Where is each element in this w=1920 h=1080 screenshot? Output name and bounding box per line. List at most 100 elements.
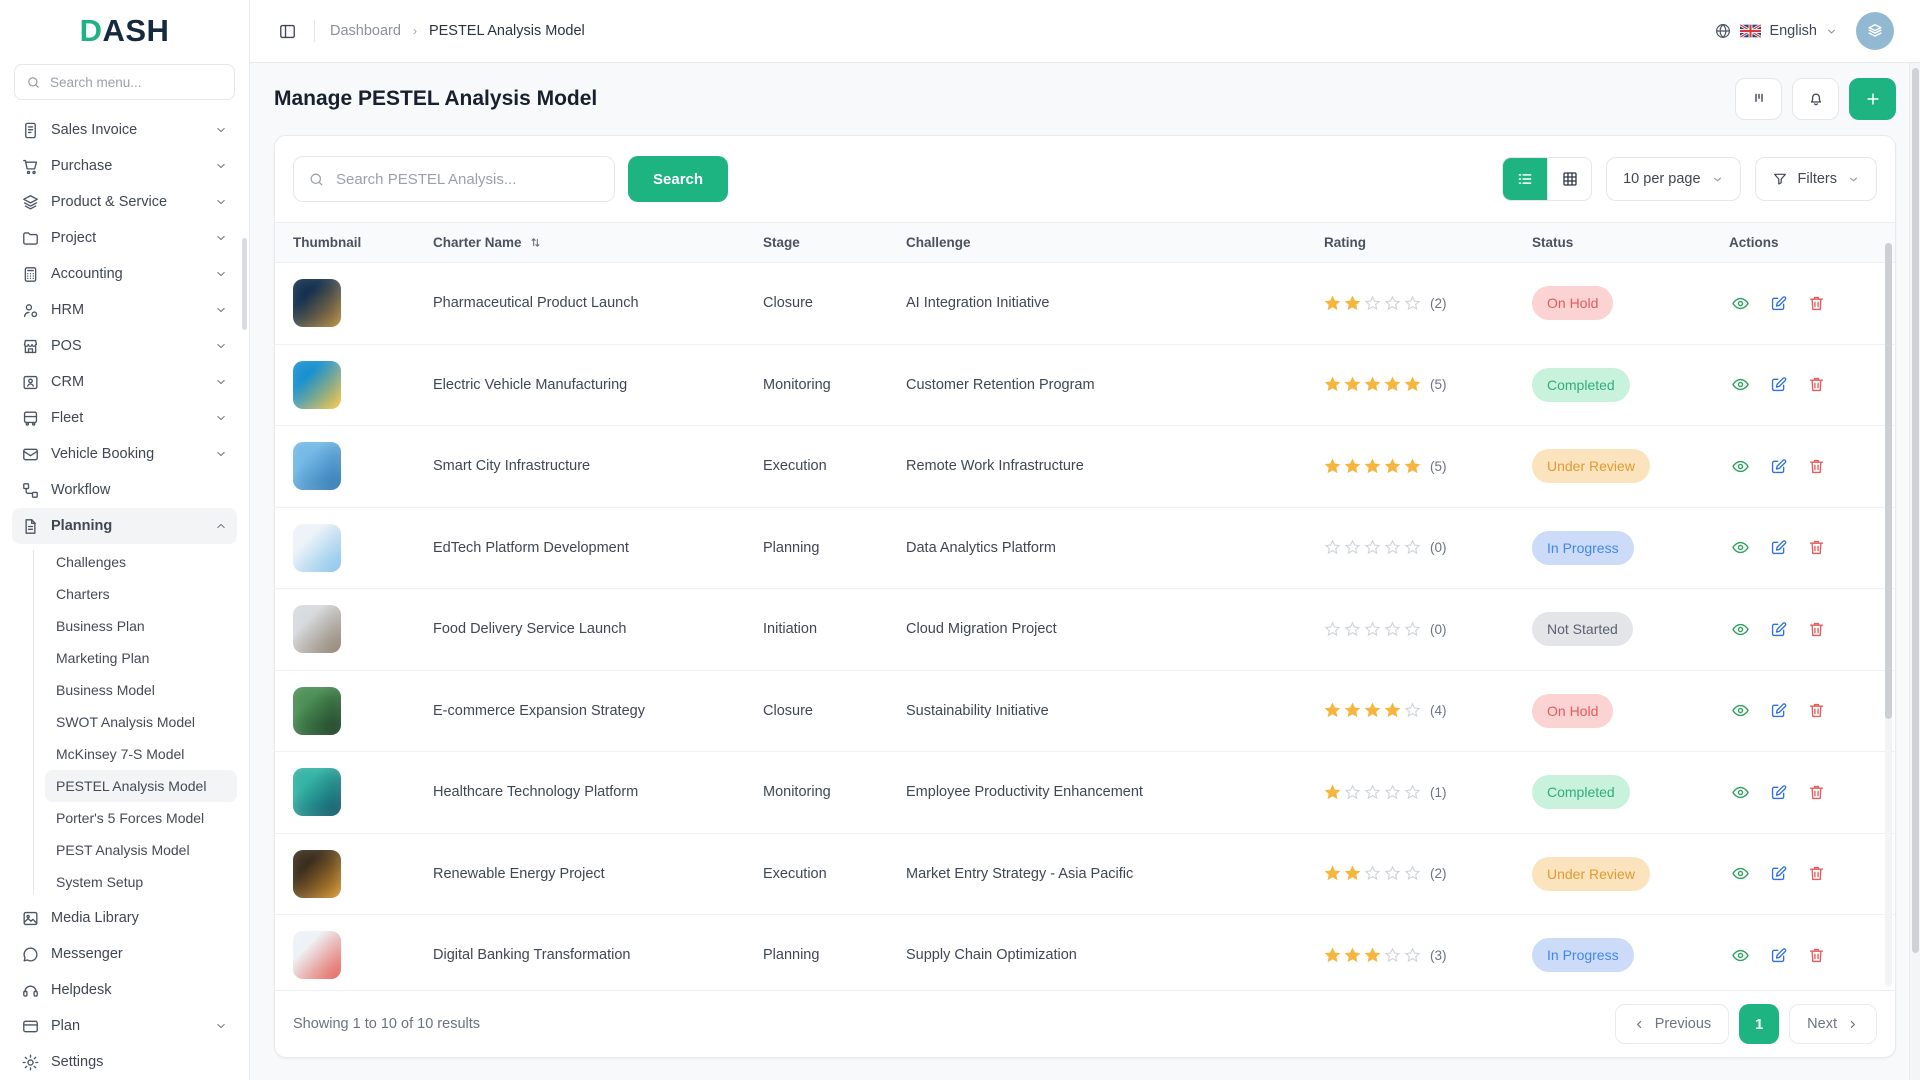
sidebar-item-sales-invoice[interactable]: Sales Invoice [12, 112, 237, 148]
view-button[interactable] [1729, 536, 1752, 559]
breadcrumb-dashboard[interactable]: Dashboard [330, 23, 401, 39]
delete-button[interactable] [1805, 455, 1828, 478]
edit-button[interactable] [1767, 373, 1790, 396]
brand-logo-accent: D [79, 13, 103, 48]
sidebar-subitem-mckinsey-7-s-model[interactable]: McKinsey 7-S Model [45, 738, 237, 770]
sidebar-item-plan[interactable]: Plan [12, 1008, 237, 1044]
charter-name-cell: Electric Vehicle Manufacturing [433, 376, 628, 393]
edit-button[interactable] [1767, 781, 1790, 804]
view-button[interactable] [1729, 699, 1752, 722]
app-root: DASH Sales Invoice Purchase Product & Serv… [0, 0, 1920, 1080]
edit-button[interactable] [1767, 699, 1790, 722]
delete-button[interactable] [1805, 862, 1828, 885]
brand-logo: D ASH [0, 0, 249, 62]
trash-icon [1809, 785, 1824, 799]
column-header-charter-name[interactable]: Charter Name [433, 235, 763, 250]
sidebar-subitem-marketing-plan[interactable]: Marketing Plan [45, 642, 237, 674]
sidebar-toggle-button[interactable] [276, 20, 299, 43]
view-button[interactable] [1729, 781, 1752, 804]
sidebar-subitem-business-plan[interactable]: Business Plan [45, 610, 237, 642]
sidebar-item-crm[interactable]: CRM [12, 364, 237, 400]
actions-cell [1729, 536, 1877, 559]
delete-button[interactable] [1805, 699, 1828, 722]
previous-label: Previous [1654, 1016, 1712, 1032]
search-button[interactable]: Search [628, 156, 729, 202]
table-row: Electric Vehicle Manufacturing Monitoring… [275, 345, 1895, 426]
stage-cell: Initiation [763, 621, 818, 638]
view-button[interactable] [1729, 944, 1752, 967]
edit-button[interactable] [1767, 536, 1790, 559]
sidebar-subitem-business-model[interactable]: Business Model [45, 674, 237, 706]
delete-button[interactable] [1805, 944, 1828, 967]
stage-cell: Closure [763, 702, 813, 719]
sidebar-scrollbar-thumb[interactable] [242, 238, 247, 330]
sidebar-subitem-pestel-analysis-model[interactable]: PESTEL Analysis Model [45, 770, 237, 802]
sidebar-search-input[interactable] [50, 74, 223, 90]
next-page-button[interactable]: Next [1789, 1004, 1877, 1044]
sidebar-subitem-pest-analysis-model[interactable]: PEST Analysis Model [45, 834, 237, 866]
view-button[interactable] [1729, 862, 1752, 885]
star-icon [1384, 458, 1401, 473]
sidebar-subitem-system-setup[interactable]: System Setup [45, 866, 237, 898]
sidebar-subitem-porter-s-5-forces-model[interactable]: Porter's 5 Forces Model [45, 802, 237, 834]
sort-icon[interactable] [528, 235, 543, 250]
edit-button[interactable] [1767, 944, 1790, 967]
sidebar-item-media-library[interactable]: Media Library [12, 900, 237, 936]
sidebar-item-workflow[interactable]: Workflow [12, 472, 237, 508]
sidebar-item-purchase[interactable]: Purchase [12, 148, 237, 184]
sidebar-item-project[interactable]: Project [12, 220, 237, 256]
view-button[interactable] [1729, 618, 1752, 641]
delete-button[interactable] [1805, 373, 1828, 396]
store-icon [23, 339, 38, 353]
sidebar-item-product-service[interactable]: Product & Service [12, 184, 237, 220]
star-icon [1404, 458, 1421, 473]
edit-button[interactable] [1767, 455, 1790, 478]
edit-button[interactable] [1767, 862, 1790, 885]
per-page-select[interactable]: 10 per page [1606, 157, 1741, 201]
sidebar-item-accounting[interactable]: Accounting [12, 256, 237, 292]
sidebar-item-planning[interactable]: Planning [12, 508, 237, 544]
actions-cell [1729, 618, 1877, 641]
charter-name-cell: Renewable Energy Project [433, 865, 605, 882]
sidebar-item-settings[interactable]: Settings [12, 1044, 237, 1080]
sidebar-item-pos[interactable]: POS [12, 328, 237, 364]
table-scrollbar-thumb[interactable] [1885, 243, 1892, 720]
sidebar-item-hrm[interactable]: HRM [12, 292, 237, 328]
window-scrollbar-thumb[interactable] [1912, 68, 1919, 953]
sidebar-subitem-swot-analysis-model[interactable]: SWOT Analysis Model [45, 706, 237, 738]
sidebar-subitem-charters[interactable]: Charters [45, 578, 237, 610]
filters-button[interactable]: Filters [1754, 157, 1877, 201]
kanban-view-button[interactable] [1735, 78, 1782, 120]
list-view-button[interactable] [1503, 158, 1548, 200]
sidebar-item-fleet[interactable]: Fleet [12, 400, 237, 436]
edit-icon [1771, 621, 1787, 636]
chevron-down-icon [217, 236, 225, 240]
edit-button[interactable] [1767, 292, 1790, 315]
sidebar-item-vehicle-booking[interactable]: Vehicle Booking [12, 436, 237, 472]
add-new-button[interactable] [1849, 78, 1896, 120]
user-avatar[interactable] [1856, 12, 1894, 50]
view-toggle-group [1502, 157, 1593, 201]
edit-button[interactable] [1767, 618, 1790, 641]
previous-page-button[interactable]: Previous [1614, 1004, 1730, 1044]
page-number-button[interactable]: 1 [1739, 1004, 1780, 1044]
view-button[interactable] [1729, 455, 1752, 478]
delete-button[interactable] [1805, 292, 1828, 315]
trash-icon [1809, 296, 1824, 310]
mail-check-icon [23, 448, 38, 460]
language-selector[interactable]: English [1714, 22, 1838, 40]
sidebar-item-helpdesk[interactable]: Helpdesk [12, 972, 237, 1008]
view-button[interactable] [1729, 292, 1752, 315]
notifications-button[interactable] [1792, 78, 1839, 120]
delete-button[interactable] [1805, 618, 1828, 641]
sidebar-item-messenger[interactable]: Messenger [12, 936, 237, 972]
sidebar-item-label: Messenger [51, 946, 123, 962]
sidebar-subitem-challenges[interactable]: Challenges [45, 546, 237, 578]
delete-button[interactable] [1805, 536, 1828, 559]
table-search-input[interactable] [336, 170, 600, 188]
grid-view-button[interactable] [1547, 158, 1592, 200]
star-icon [1344, 702, 1361, 718]
delete-button[interactable] [1805, 781, 1828, 804]
stage-cell: Execution [763, 865, 827, 882]
view-button[interactable] [1729, 373, 1752, 396]
